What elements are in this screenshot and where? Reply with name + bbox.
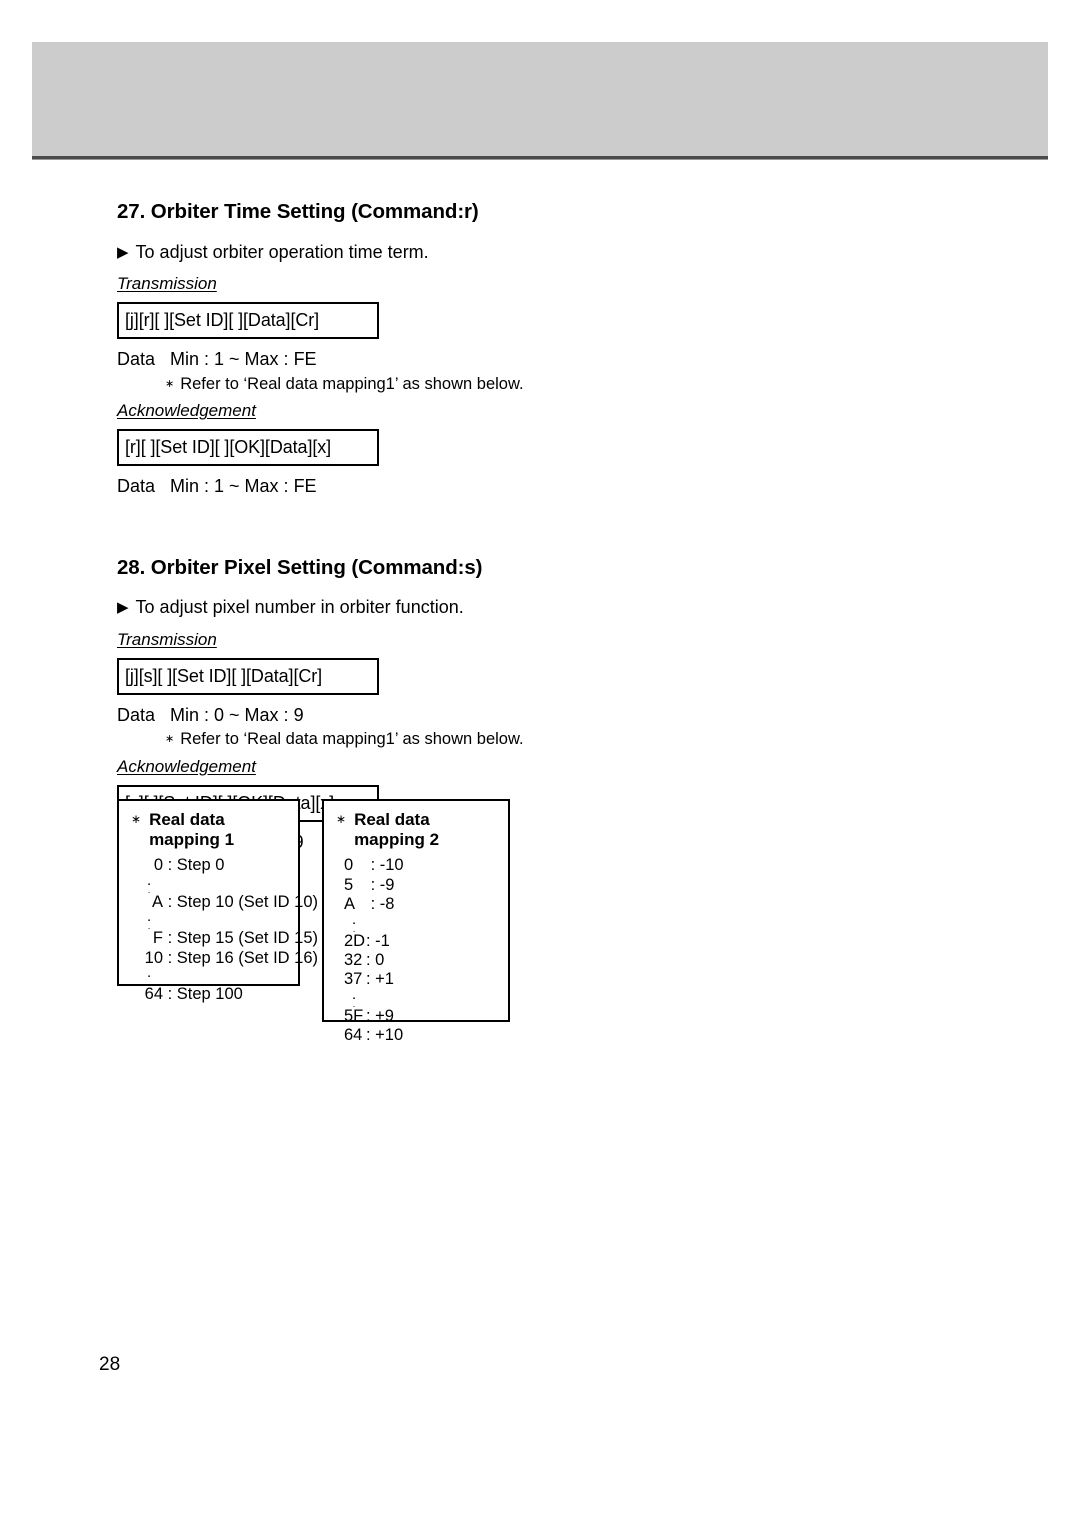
mapping-row: A : -8 bbox=[344, 895, 498, 914]
mapping-row: 5 : -9 bbox=[344, 876, 498, 895]
triangle-bullet-icon: ▶ bbox=[117, 243, 129, 261]
mapping-row: F : Step 15 (Set ID 15) bbox=[139, 929, 318, 948]
real-data-mapping-2-title-text: Real data mapping 2 bbox=[354, 810, 440, 849]
asterisk-icon: ∗ bbox=[131, 812, 142, 826]
mapping-row-value: Step 16 (Set ID 16) bbox=[176, 948, 319, 967]
mapping-row-key: F bbox=[152, 929, 163, 948]
mapping-row: 32: 0 bbox=[344, 951, 498, 970]
mapping-row-key: 64 bbox=[344, 1026, 363, 1045]
mapping-row-separator: : bbox=[163, 929, 177, 948]
mapping-row-value: Step 15 (Set ID 15) bbox=[176, 929, 319, 948]
mapping-row-key: A bbox=[344, 895, 356, 914]
mapping-row-value: -8 bbox=[379, 895, 395, 914]
section-title: 28. Orbiter Pixel Setting (Command:s) bbox=[117, 555, 483, 579]
transmission-command-box: [j][s][ ][Set ID][ ][Data][Cr] bbox=[117, 657, 379, 695]
mapping-row: A : Step 10 (Set ID 10) bbox=[139, 892, 318, 912]
mapping-row-value: -10 bbox=[379, 856, 404, 875]
mapping-row-separator: : bbox=[366, 856, 380, 875]
mapping-row-value: Step 100 bbox=[176, 984, 243, 1003]
transmission-command-box: [j][r][ ][Set ID][ ][Data][Cr] bbox=[117, 302, 379, 340]
mapping-row: 0 : Step 0 bbox=[139, 856, 288, 875]
page-number: 28 bbox=[99, 1354, 121, 1375]
triangle-bullet-icon: ▶ bbox=[117, 599, 129, 617]
acknowledgement-label: Acknowledgement bbox=[117, 401, 256, 421]
mapping-row-separator: : bbox=[366, 1006, 376, 1025]
mapping-row-key: 64 bbox=[144, 984, 163, 1003]
mapping-row-separator: : bbox=[366, 950, 376, 969]
mapping-row-value: 0 bbox=[375, 950, 385, 969]
vertical-ellipsis-icon: ... bbox=[352, 989, 357, 1007]
transmission-refer-note: ∗ Refer to ‘Real data mapping1’ as shown… bbox=[117, 374, 1017, 395]
mapping-row-value: Step 0 bbox=[176, 856, 225, 875]
mapping-row-separator: : bbox=[163, 948, 177, 967]
mapping-row: 0 : -10 bbox=[344, 856, 498, 875]
mapping-row: 64: +10 bbox=[344, 1026, 498, 1045]
real-data-mapping-2-box: ∗ Real data mapping 2 0 : -10 5 : -9 A : -… bbox=[322, 799, 510, 1044]
refer-note-text: Refer to ‘Real data mapping1’ as shown b… bbox=[180, 730, 524, 749]
header-decorative-band bbox=[32, 42, 1048, 156]
acknowledgement-command-box: [r][ ][Set ID][ ][OK][Data][x] bbox=[117, 429, 379, 467]
mapping-row: 64 : Step 100 bbox=[139, 985, 288, 1004]
real-data-mapping-1-rows: 0 : Step 0...A : Step 10 (Set ID 10)...F… bbox=[129, 856, 318, 1004]
transmission-refer-note: ∗ Refer to ‘Real data mapping1’ as shown… bbox=[117, 729, 1017, 750]
section-description-text: To adjust pixel number in orbiter functi… bbox=[135, 597, 464, 618]
mapping-row-value: -9 bbox=[379, 875, 395, 894]
mapping-row-value: +9 bbox=[375, 1006, 394, 1025]
real-data-mapping-2-rows: 0 : -105 : -9A : -8...2D: -132: 037: +1.… bbox=[334, 856, 498, 1046]
mapping-row-value: +10 bbox=[375, 1026, 404, 1045]
acknowledgement-data-range: Data Min : 1 ~ Max : FE bbox=[117, 476, 317, 497]
transmission-label: Transmission bbox=[117, 629, 217, 649]
real-data-mapping-1-title: ∗ Real data mapping 1 bbox=[129, 810, 288, 849]
mapping-row: 5F: +9 bbox=[344, 1007, 498, 1026]
vertical-ellipsis-icon: ... bbox=[147, 875, 152, 893]
section-title: 27. Orbiter Time Setting (Command:r) bbox=[117, 200, 479, 223]
mapping-row-separator: : bbox=[163, 892, 177, 911]
mapping-row-value: -1 bbox=[375, 931, 390, 950]
mapping-row-key: 37 bbox=[344, 970, 363, 989]
mapping-row-key: A bbox=[151, 892, 163, 911]
asterisk-icon: ∗ bbox=[165, 733, 175, 746]
section-description: ▶ To adjust pixel number in orbiter func… bbox=[117, 596, 1017, 619]
asterisk-icon: ∗ bbox=[336, 812, 347, 826]
vertical-ellipsis-icon: ... bbox=[147, 967, 152, 985]
mapping-row: 10 : Step 16 (Set ID 16) bbox=[139, 948, 318, 968]
mapping-row-key: 0 bbox=[153, 856, 163, 875]
refer-note-text: Refer to ‘Real data mapping1’ as shown b… bbox=[180, 374, 524, 393]
transmission-label: Transmission bbox=[117, 274, 217, 294]
mapping-row: 2D: -1 bbox=[344, 932, 498, 951]
vertical-ellipsis-icon: ... bbox=[352, 914, 357, 932]
header-horizontal-rule bbox=[32, 156, 1048, 160]
mapping-row-separator: : bbox=[163, 856, 177, 875]
page-content: 27. Orbiter Time Setting (Command:r) ▶ T… bbox=[117, 200, 1017, 856]
real-data-mapping-1-title-text: Real data mapping 1 bbox=[149, 810, 235, 849]
mapping-row-separator: : bbox=[366, 1026, 376, 1045]
document-page: 27. Orbiter Time Setting (Command:r) ▶ T… bbox=[0, 0, 1080, 1528]
mapping-row-key: 2D bbox=[344, 931, 366, 950]
transmission-data-range: Data Min : 0 ~ Max : 9 bbox=[117, 704, 304, 725]
mapping-row-key: 0 bbox=[344, 856, 354, 875]
mapping-row-key: 32 bbox=[344, 950, 363, 969]
section-orbiter-time-setting: 27. Orbiter Time Setting (Command:r) ▶ T… bbox=[117, 200, 1017, 498]
section-description: ▶ To adjust orbiter operation time term. bbox=[117, 241, 1017, 264]
mapping-row-value: Step 10 (Set ID 10) bbox=[176, 892, 319, 911]
real-data-mapping-1-box: ∗ Real data mapping 1 0 : Step 0...A : S… bbox=[117, 799, 318, 1003]
vertical-ellipsis-icon: ... bbox=[147, 912, 152, 930]
mapping-row-key: 5 bbox=[344, 875, 354, 894]
mapping-row-separator: : bbox=[366, 931, 376, 950]
mapping-row-key: 10 bbox=[144, 948, 163, 967]
mapping-row-key: 5F bbox=[344, 1006, 364, 1025]
transmission-data-range: Data Min : 1 ~ Max : FE bbox=[117, 349, 317, 370]
mapping-row-separator: : bbox=[366, 970, 376, 989]
mapping-row-separator: : bbox=[163, 984, 177, 1003]
real-data-mapping-2-title: ∗ Real data mapping 2 bbox=[334, 810, 498, 849]
section-description-text: To adjust orbiter operation time term. bbox=[135, 241, 429, 262]
asterisk-icon: ∗ bbox=[165, 377, 175, 390]
mapping-row-separator: : bbox=[366, 875, 380, 894]
mapping-row-value: +1 bbox=[375, 970, 394, 989]
mapping-row-separator: : bbox=[366, 895, 380, 914]
mapping-row: 37: +1 bbox=[344, 970, 498, 989]
acknowledgement-label: Acknowledgement bbox=[117, 756, 256, 776]
